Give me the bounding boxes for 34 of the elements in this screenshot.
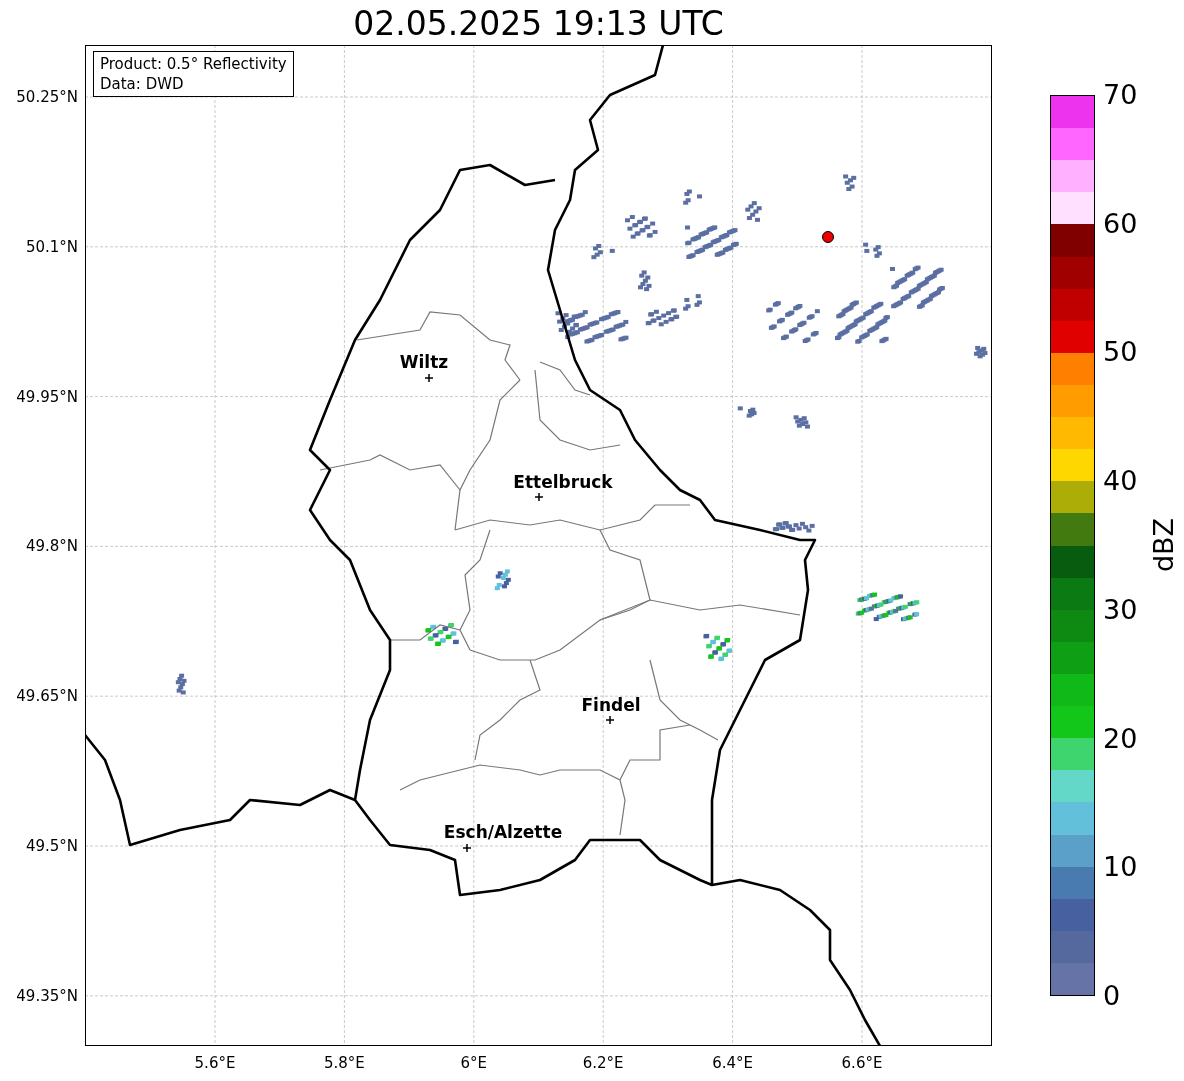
- city-label: Findel: [581, 695, 641, 715]
- longitude-tick-label: 5.8°E: [323, 1054, 365, 1072]
- city-label: Esch/Alzette: [443, 822, 563, 842]
- info-text: Product: 0.5° Reflectivity: [100, 54, 287, 74]
- latitude-tick-label: 50.25°N: [16, 88, 78, 106]
- city-label: Ettelbruck: [513, 472, 613, 492]
- longitude-tick-label: 6.4°E: [712, 1054, 753, 1072]
- city-marker-icon: [424, 373, 434, 383]
- city-marker-icon: [462, 843, 472, 853]
- colorbar-tick-label: 20: [1103, 723, 1138, 754]
- longitude-tick-label: 6°E: [460, 1054, 488, 1072]
- latitude-tick-label: 49.35°N: [16, 986, 78, 1005]
- colorbar-tick-label: 60: [1103, 208, 1138, 239]
- colorbar-tick-label: 0: [1103, 981, 1121, 1011]
- latitude-tick-label: 50.1°N: [25, 237, 78, 256]
- latitude-tick-label: 49.8°N: [25, 537, 78, 556]
- colorbar-tick-label: 50: [1103, 337, 1138, 368]
- latitude-tick-label: 49.95°N: [16, 387, 78, 406]
- colorbar-tick-label: 30: [1103, 594, 1138, 625]
- radar-site-marker: [822, 231, 834, 243]
- city-marker-icon: [605, 715, 615, 725]
- colorbar-axis-label: dBZ: [1149, 517, 1180, 573]
- longitude-tick-label: 6.6°E: [841, 1054, 883, 1072]
- info-text: Data: DWD: [100, 74, 185, 94]
- chart-title: 02.05.2025 19:13 UTC: [353, 3, 724, 45]
- latitude-tick-label: 49.65°N: [16, 687, 78, 706]
- colorbar-tick-label: 10: [1103, 852, 1138, 883]
- city-marker-icon: [534, 492, 544, 502]
- city-label: Wiltz: [399, 352, 449, 372]
- colorbar-tick-label: 40: [1103, 466, 1138, 497]
- longitude-tick-label: 6.2°E: [582, 1054, 624, 1072]
- longitude-tick-label: 5.6°E: [194, 1054, 236, 1072]
- latitude-tick-label: 49.5°N: [25, 837, 78, 855]
- colorbar-tick-label: 70: [1103, 80, 1138, 110]
